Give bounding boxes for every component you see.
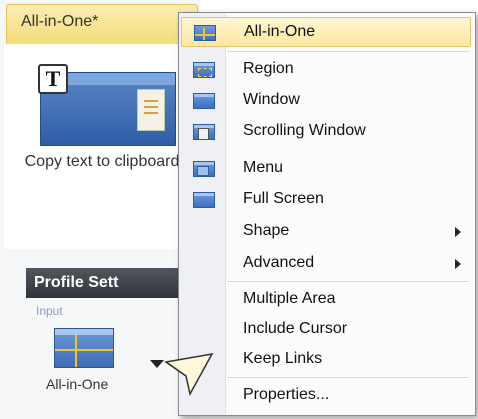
menu-item-label: Scrolling Window: [243, 122, 366, 139]
capture-mode-tab-label: All-in-One*: [21, 13, 99, 30]
output-card[interactable]: T Copy text to clipboard: [4, 44, 196, 249]
capture-mode-menu: All-in-One Region Window Scrolling Windo…: [178, 12, 476, 416]
menu-item-menu[interactable]: Menu: [181, 154, 471, 184]
menu-item-label: Multiple Area: [243, 290, 336, 307]
input-mode-icon[interactable]: [54, 328, 114, 368]
menu-item-properties[interactable]: Properties...: [181, 381, 471, 411]
menu-item-label: All-in-One: [244, 23, 316, 40]
pointer-arrow-icon: [164, 352, 214, 397]
copy-text-label: Copy text to clipboard: [24, 153, 180, 170]
text-icon: T: [38, 64, 68, 94]
menu-item-label: Window: [243, 91, 300, 108]
submenu-arrow-icon: [455, 227, 461, 237]
menu-item-label: Region: [243, 60, 294, 77]
all-in-one-icon: [194, 25, 216, 41]
submenu-arrow-icon: [455, 259, 461, 269]
menu-item-label: Properties...: [243, 386, 330, 403]
menu-separator: [227, 377, 469, 378]
menu-item-include-cursor[interactable]: Include Cursor: [181, 315, 471, 345]
menu-item-label: Menu: [243, 159, 284, 176]
menu-item-multiple-area[interactable]: Multiple Area: [181, 285, 471, 315]
input-mode-label: All-in-One: [46, 376, 109, 392]
menu-item-keep-links[interactable]: Keep Links: [181, 345, 471, 375]
full-screen-icon: [193, 192, 215, 208]
menu-item-full-screen[interactable]: Full Screen: [181, 185, 471, 215]
input-label: Input: [36, 304, 63, 318]
menu-item-shape[interactable]: Shape: [181, 217, 471, 247]
scrolling-window-icon: [193, 124, 215, 140]
menu-item-scrolling-window[interactable]: Scrolling Window: [181, 117, 471, 147]
menu-item-all-in-one[interactable]: All-in-One: [181, 17, 471, 47]
capture-mode-tab[interactable]: All-in-One*: [6, 4, 198, 46]
window-icon: [193, 93, 215, 109]
menu-item-window[interactable]: Window: [181, 86, 471, 116]
menu-item-region[interactable]: Region: [181, 55, 471, 85]
menu-item-label: Keep Links: [243, 350, 323, 367]
menu-separator: [227, 281, 469, 282]
menu-separator: [227, 51, 469, 52]
menu-item-label: Shape: [243, 222, 290, 239]
region-icon: [193, 62, 215, 78]
menu-icon: [193, 161, 215, 177]
profile-settings-header: Profile Sett: [26, 268, 200, 298]
menu-item-advanced[interactable]: Advanced: [181, 249, 471, 279]
document-icon: [137, 89, 165, 131]
menu-item-label: Full Screen: [243, 190, 324, 207]
menu-item-label: Advanced: [243, 254, 315, 271]
menu-item-label: Include Cursor: [243, 320, 348, 337]
